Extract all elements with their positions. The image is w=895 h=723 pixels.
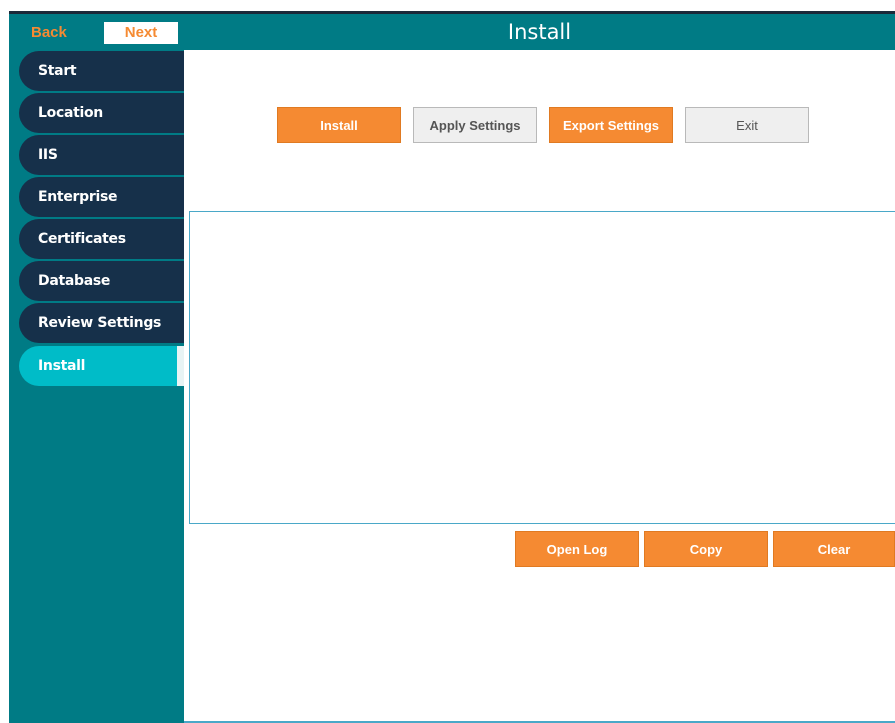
back-button[interactable]: Back bbox=[20, 22, 96, 44]
sidebar-item-database[interactable]: Database bbox=[19, 261, 184, 301]
clear-button[interactable]: Clear bbox=[773, 531, 895, 567]
sidebar-item-location[interactable]: Location bbox=[19, 93, 184, 133]
sidebar-item-certificates[interactable]: Certificates bbox=[19, 219, 184, 259]
active-indicator bbox=[177, 346, 184, 386]
exit-button[interactable]: Exit bbox=[685, 107, 809, 143]
log-output[interactable] bbox=[189, 211, 895, 524]
sidebar-item-enterprise[interactable]: Enterprise bbox=[19, 177, 184, 217]
install-button[interactable]: Install bbox=[277, 107, 401, 143]
sidebar-item-install[interactable]: Install bbox=[19, 346, 177, 386]
sidebar-item-start[interactable]: Start bbox=[19, 51, 184, 91]
next-button[interactable]: Next bbox=[104, 22, 178, 44]
page-title: Install bbox=[507, 20, 572, 44]
open-log-button[interactable]: Open Log bbox=[515, 531, 639, 567]
copy-button[interactable]: Copy bbox=[644, 531, 768, 567]
apply-settings-button[interactable]: Apply Settings bbox=[413, 107, 537, 143]
sidebar-item-iis[interactable]: IIS bbox=[19, 135, 184, 175]
export-settings-button[interactable]: Export Settings bbox=[549, 107, 673, 143]
sidebar-item-review-settings[interactable]: Review Settings bbox=[19, 303, 184, 343]
